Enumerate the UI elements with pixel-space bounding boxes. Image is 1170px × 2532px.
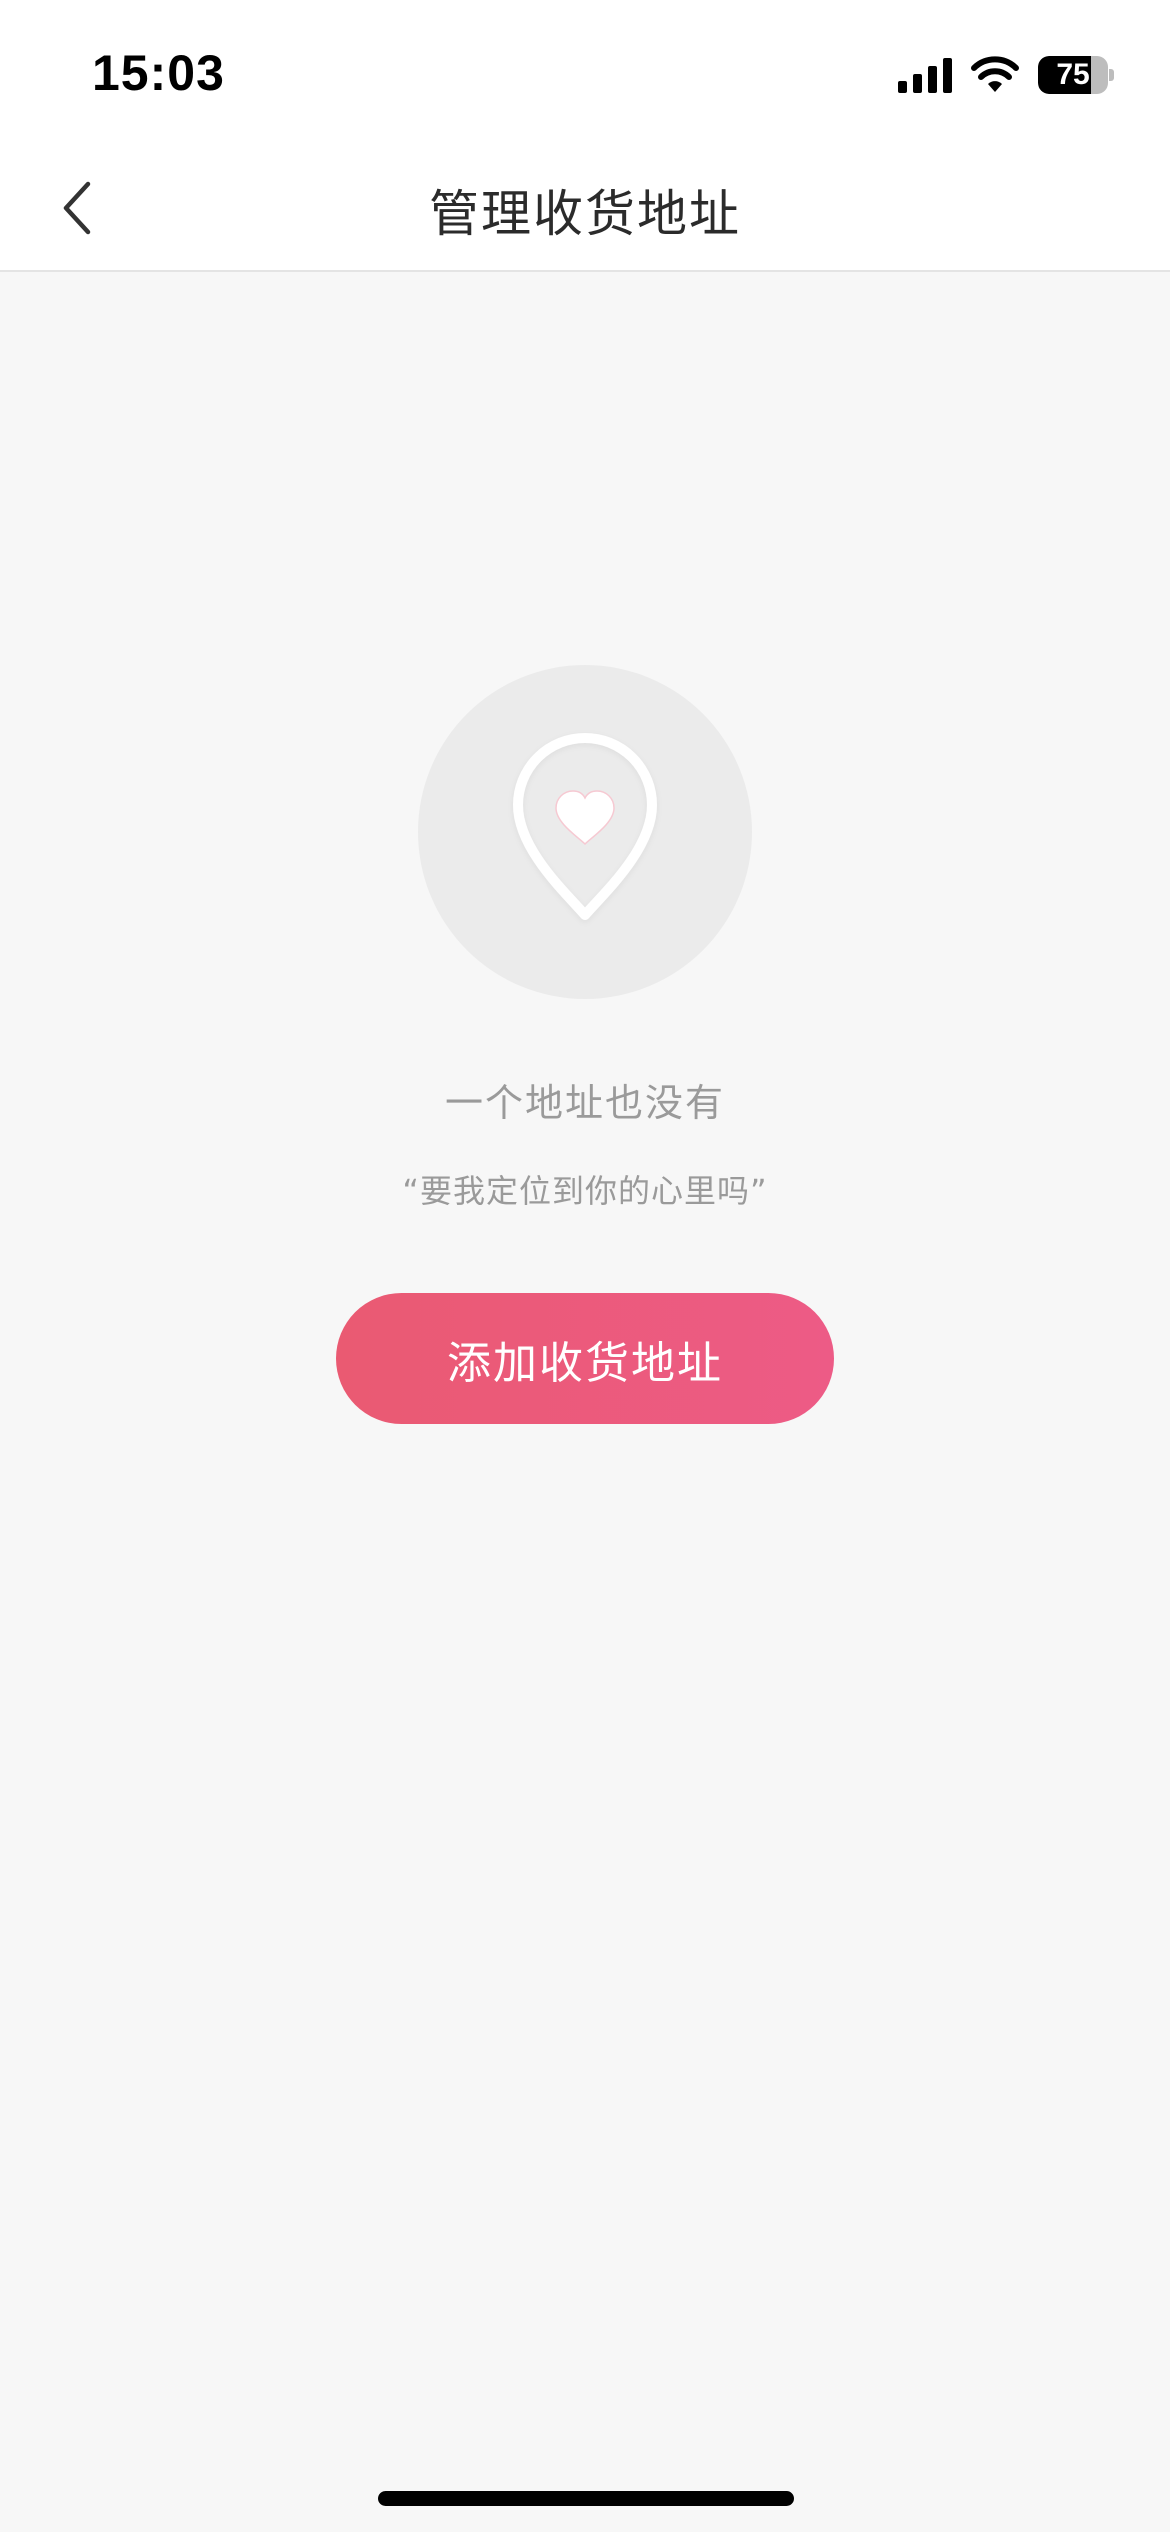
wifi-icon [970,56,1020,94]
empty-state-subtitle: “要我定位到你的心里吗” [402,1172,768,1210]
page-title: 管理收货地址 [429,185,741,243]
add-address-button[interactable]: 添加收货地址 [336,1293,834,1424]
home-indicator[interactable] [378,2491,794,2506]
cellular-signal-icon [898,57,952,93]
navigation-bar: 管理收货地址 [0,140,1170,272]
status-time: 15:03 [92,45,225,101]
address-management-screen: 15:03 75 管理收货地址 一个地址也没有 “要我定位到你的心里吗” 添加收… [0,0,1170,2532]
status-icons: 75 [898,52,1114,98]
empty-state-title: 一个地址也没有 [444,1081,725,1125]
empty-state-illustration [418,665,752,999]
status-bar: 15:03 75 [0,0,1170,140]
battery-icon: 75 [1038,56,1114,94]
location-pin-heart-icon [513,733,657,920]
battery-level: 75 [1056,58,1090,91]
